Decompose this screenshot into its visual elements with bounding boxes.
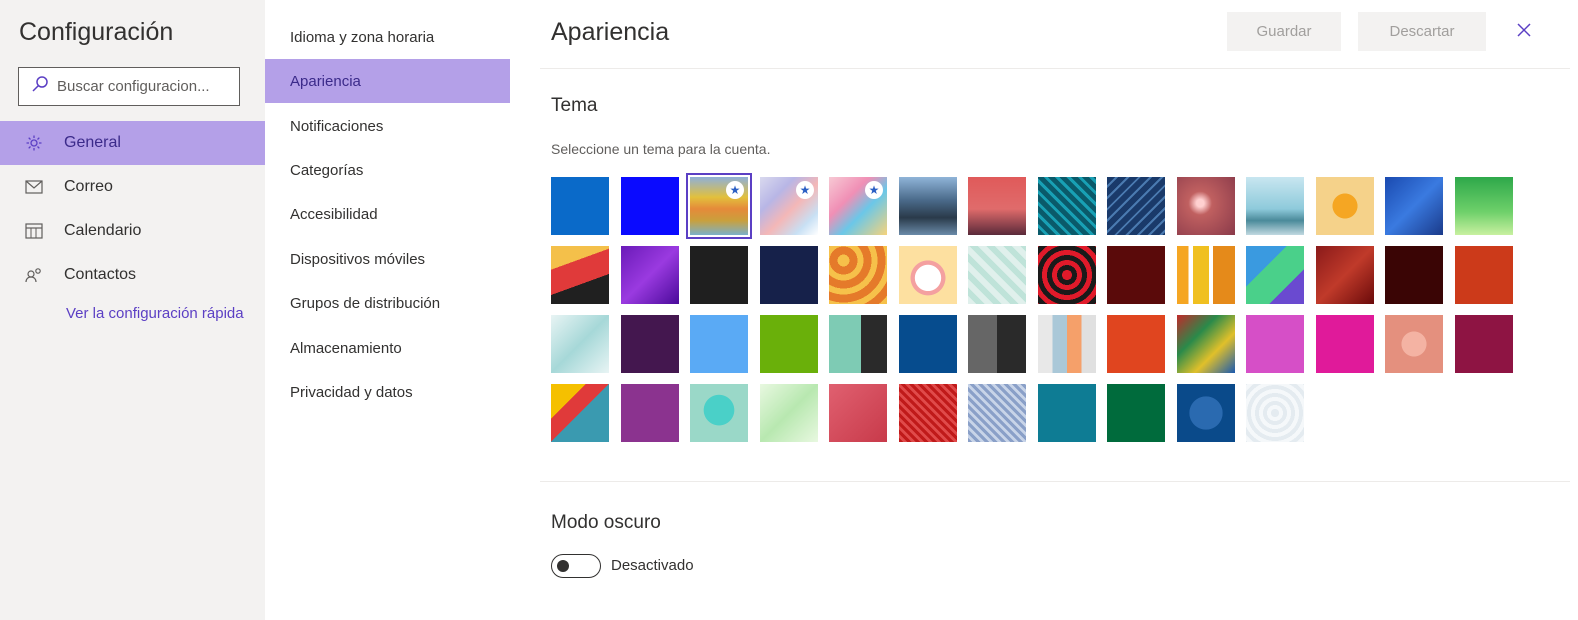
page-title: Apariencia: [551, 18, 670, 46]
theme-tile[interactable]: ★: [686, 173, 752, 239]
theme-tile[interactable]: [760, 315, 818, 373]
theme-tile[interactable]: ★: [829, 177, 887, 235]
theme-grid: ★ ★ ★: [551, 173, 1513, 447]
theme-tile[interactable]: [551, 246, 609, 304]
theme-tile[interactable]: [1316, 177, 1374, 235]
star-icon: ★: [726, 181, 744, 199]
theme-tile[interactable]: [621, 315, 679, 373]
theme-tile[interactable]: [1385, 315, 1443, 373]
nav-item-general[interactable]: General: [0, 121, 265, 165]
settings-title: Configuración: [19, 18, 174, 46]
theme-tile[interactable]: [829, 246, 887, 304]
theme-tile[interactable]: [1316, 246, 1374, 304]
theme-tile[interactable]: [1246, 384, 1304, 442]
theme-tile[interactable]: [968, 246, 1026, 304]
settings-subnav: Idioma y zona horaria Apariencia Notific…: [265, 0, 510, 620]
theme-tile[interactable]: [1177, 315, 1235, 373]
theme-tile[interactable]: ★: [760, 177, 818, 235]
theme-tile[interactable]: [968, 315, 1026, 373]
discard-button[interactable]: Descartar: [1358, 12, 1486, 51]
star-icon: ★: [796, 181, 814, 199]
search-icon: [31, 75, 49, 98]
mail-icon: [24, 177, 44, 197]
theme-tile[interactable]: [1385, 177, 1443, 235]
theme-heading: Tema: [551, 95, 598, 116]
section-divider: [540, 481, 1570, 482]
theme-tile[interactable]: [899, 315, 957, 373]
theme-tile[interactable]: [1107, 246, 1165, 304]
save-button[interactable]: Guardar: [1227, 12, 1341, 51]
header-divider: [540, 68, 1570, 69]
theme-tile[interactable]: [690, 384, 748, 442]
nav-label-calendar: Calendario: [64, 222, 142, 239]
nav-label-mail: Correo: [64, 178, 113, 195]
subnav-item-mobile-devices[interactable]: Dispositivos móviles: [265, 237, 510, 281]
theme-tile[interactable]: [899, 246, 957, 304]
search-input[interactable]: Buscar configuracion...: [18, 67, 240, 106]
theme-tile[interactable]: [1107, 177, 1165, 235]
subnav-item-privacy[interactable]: Privacidad y datos: [265, 370, 510, 414]
star-icon: ★: [865, 181, 883, 199]
theme-tile[interactable]: [551, 384, 609, 442]
theme-tile[interactable]: [1038, 177, 1096, 235]
theme-tile[interactable]: [1107, 315, 1165, 373]
theme-tile[interactable]: [1455, 246, 1513, 304]
search-placeholder: Buscar configuracion...: [57, 78, 210, 95]
theme-tile[interactable]: [621, 177, 679, 235]
nav-item-mail[interactable]: Correo: [0, 165, 265, 209]
theme-description: Seleccione un tema para la cuenta.: [551, 141, 771, 157]
nav-label-general: General: [64, 134, 121, 151]
theme-tile[interactable]: [621, 246, 679, 304]
dark-mode-heading: Modo oscuro: [551, 512, 661, 533]
close-icon[interactable]: [1512, 18, 1536, 42]
theme-tile[interactable]: [690, 246, 748, 304]
theme-tile[interactable]: [1038, 384, 1096, 442]
nav-label-contacts: Contactos: [64, 266, 137, 283]
theme-tile[interactable]: [1038, 315, 1096, 373]
theme-tile[interactable]: [621, 384, 679, 442]
theme-tile[interactable]: [1246, 177, 1304, 235]
theme-tile[interactable]: [968, 384, 1026, 442]
theme-tile[interactable]: [1455, 315, 1513, 373]
theme-tile[interactable]: [1177, 384, 1235, 442]
theme-tile[interactable]: [1385, 246, 1443, 304]
subnav-item-language[interactable]: Idioma y zona horaria: [265, 15, 510, 59]
theme-tile[interactable]: [829, 384, 887, 442]
quick-settings-link[interactable]: Ver la configuración rápida: [66, 305, 246, 323]
theme-tile[interactable]: [1455, 177, 1513, 235]
theme-tile[interactable]: [551, 315, 609, 373]
theme-tile[interactable]: [1177, 177, 1235, 235]
theme-tile[interactable]: [551, 177, 609, 235]
theme-tile[interactable]: [1246, 315, 1304, 373]
subnav-item-appearance[interactable]: Apariencia: [265, 59, 510, 103]
dark-mode-state-label: Desactivado: [611, 557, 694, 574]
theme-tile[interactable]: [899, 177, 957, 235]
nav-item-contacts[interactable]: Contactos: [0, 253, 265, 297]
theme-tile[interactable]: [1316, 315, 1374, 373]
appearance-panel: Apariencia Guardar Descartar Tema Selecc…: [510, 0, 1578, 620]
theme-tile[interactable]: [968, 177, 1026, 235]
settings-sidebar: Configuración Buscar configuracion... Ge…: [0, 0, 265, 620]
contacts-icon: [24, 265, 44, 285]
theme-tile[interactable]: [1246, 246, 1304, 304]
theme-tile[interactable]: [1177, 246, 1235, 304]
toggle-knob: [557, 560, 569, 572]
theme-tile[interactable]: [829, 315, 887, 373]
subnav-item-distribution-groups[interactable]: Grupos de distribución: [265, 281, 510, 325]
subnav-item-storage[interactable]: Almacenamiento: [265, 326, 510, 370]
calendar-icon: [24, 221, 44, 241]
nav-item-calendar[interactable]: Calendario: [0, 209, 265, 253]
theme-tile[interactable]: [690, 315, 748, 373]
theme-tile[interactable]: [760, 246, 818, 304]
theme-tile[interactable]: [1107, 384, 1165, 442]
gear-icon: [24, 133, 44, 153]
theme-tile[interactable]: [899, 384, 957, 442]
theme-tile[interactable]: [760, 384, 818, 442]
subnav-item-accessibility[interactable]: Accesibilidad: [265, 192, 510, 236]
subnav-item-categories[interactable]: Categorías: [265, 148, 510, 192]
theme-tile[interactable]: [1038, 246, 1096, 304]
subnav-item-notifications[interactable]: Notificaciones: [265, 104, 510, 148]
dark-mode-toggle[interactable]: [551, 554, 601, 578]
